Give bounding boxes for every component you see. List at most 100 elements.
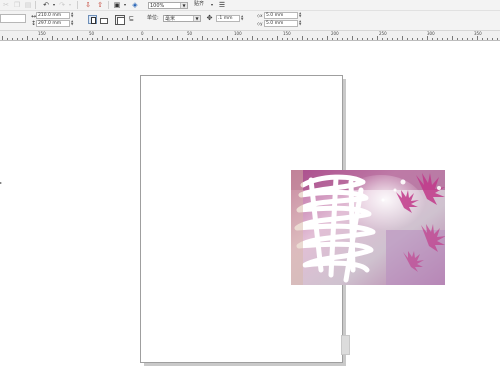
paper-type-select[interactable] [0,14,26,23]
duplicate-x-value: 5.0 mm [266,13,284,18]
horizontal-ruler[interactable]: 150 50 0 50 100 150 200 250 300 350 [0,31,500,41]
ruler-tick [277,36,278,40]
publish-pdf-icon[interactable]: ▣ [113,1,121,9]
ruler-label: 200 [331,31,339,36]
page-width-field[interactable]: 210.0 mm [36,12,70,19]
ruler-label: 150 [38,31,46,36]
ruler-tick [317,38,318,40]
snap-to-label[interactable]: 贴齐 [194,1,204,8]
nudge-distance-field[interactable]: .1 mm [216,15,240,22]
page-height-value: 297.0 mm [38,21,62,26]
ruler-tick [392,38,393,40]
width-spinner[interactable]: ▲ ▼ [71,12,75,19]
ruler-tick [477,36,478,40]
undo-icon[interactable]: ↶ [42,1,50,9]
ruler-tick [472,38,473,40]
ruler-tick [342,38,343,40]
portrait-icon [91,17,96,24]
ruler-tick [327,36,328,40]
ruler-tick [107,38,108,40]
ruler-tick [192,38,193,40]
ruler-tick [32,38,33,40]
height-spinner[interactable]: ▲ ▼ [71,20,75,27]
ruler-tick [97,38,98,40]
snap-dropdown-icon[interactable]: ▾ [208,1,216,9]
standard-toolbar: ✂ ❐ ▤ ↶ ▾ ↷ ▾ ⇩ ⇧ ▣ ▾ ◈ 100% ▼ 贴齐 ▾ ☰ [0,0,500,11]
ruler-tick [7,38,8,40]
current-page-icon[interactable] [117,17,125,25]
ruler-tick [147,38,148,40]
ruler-tick [142,38,143,40]
ruler-tick [322,38,323,40]
ruler-tick [42,38,43,40]
ruler-tick [252,36,253,40]
ruler-tick [57,38,58,40]
publish-dropdown-icon[interactable]: ▾ [121,1,129,9]
zoom-level-select[interactable]: 100% ▼ [148,2,188,9]
import-icon[interactable]: ⇩ [84,1,92,9]
ruler-tick [337,38,338,40]
ruler-tick [382,38,383,40]
export-icon[interactable]: ⇧ [96,1,104,9]
ruler-tick [157,38,158,40]
ruler-tick [497,38,498,40]
launcher-icon[interactable]: ◈ [131,1,139,9]
page-shadow [144,363,346,366]
ruler-tick [442,38,443,40]
duplicate-x-field[interactable]: 5.0 mm [264,12,298,19]
ruler-tick [427,36,428,40]
vertical-ruler-marker: ▸ [0,180,3,185]
redo-dropdown-icon[interactable]: ▾ [66,1,74,9]
ruler-tick [212,38,213,40]
nudge-spinner[interactable]: ▲ ▼ [241,15,245,22]
ruler-tick [307,38,308,40]
ruler-tick [457,38,458,40]
ruler-tick [312,38,313,40]
ruler-tick [297,38,298,40]
paste-icon[interactable]: ▤ [24,1,32,9]
undo-dropdown-icon[interactable]: ▾ [50,1,58,9]
ruler-tick [397,38,398,40]
placed-photo[interactable] [291,170,445,285]
ruler-tick [367,38,368,40]
ruler-tick [412,38,413,40]
landscape-icon[interactable] [100,18,108,24]
chevron-down-icon[interactable]: ▼ [180,3,187,8]
ruler-tick [37,38,38,40]
copy-icon[interactable]: ❐ [13,1,21,9]
ruler-tick [132,38,133,40]
page-height-field[interactable]: 297.0 mm [36,20,70,27]
ruler-label: 100 [234,31,242,36]
toolbar-separator [35,1,36,9]
ruler-tick [122,38,123,40]
ruler-tick [302,36,303,40]
duplicate-y-field[interactable]: 5.0 mm [264,20,298,27]
ruler-tick [387,38,388,40]
ruler-tick [17,38,18,40]
cut-icon[interactable]: ✂ [2,1,10,9]
dup-x-spinner[interactable]: ▲ ▼ [299,12,303,19]
ruler-tick [72,38,73,40]
ruler-tick [437,38,438,40]
ruler-tick [47,38,48,40]
ruler-tick [177,36,178,40]
units-label: 单位: [147,15,159,21]
options-icon[interactable]: ☰ [218,1,226,9]
ruler-tick [222,38,223,40]
ruler-tick [242,38,243,40]
redo-icon[interactable]: ↷ [58,1,66,9]
portrait-button[interactable] [88,15,97,24]
units-select[interactable]: 毫米 ▼ [163,15,201,22]
toolbar-separator [77,1,78,9]
page-tab[interactable] [341,335,350,355]
ruler-tick [137,38,138,40]
chevron-down-icon[interactable]: ▼ [193,16,200,21]
ruler-tick [417,38,418,40]
dup-y-spinner[interactable]: ▲ ▼ [299,20,303,27]
dup-y-icon: ◇y [257,21,263,26]
page-layout-icon[interactable]: ⊑ [127,14,136,23]
ruler-tick [422,38,423,40]
ruler-tick [197,38,198,40]
ruler-tick [247,38,248,40]
ruler-tick [162,38,163,40]
